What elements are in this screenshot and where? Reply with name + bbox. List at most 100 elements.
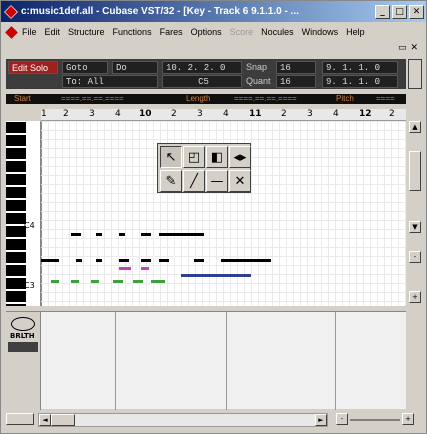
- note-event[interactable]: [133, 280, 143, 283]
- maximize-button[interactable]: □: [392, 4, 407, 19]
- mdi-controls[interactable]: ▭✕: [398, 43, 422, 53]
- close-button[interactable]: ✕: [409, 4, 424, 19]
- window-title: c:music1def.all - Cubase VST/32 - [Key -…: [21, 6, 299, 17]
- black-key[interactable]: [6, 258, 26, 263]
- black-key[interactable]: [6, 128, 26, 133]
- mute-icon[interactable]: ✕: [229, 170, 251, 192]
- grid-line: [41, 292, 406, 293]
- pitch-value[interactable]: ====: [376, 94, 395, 104]
- menu-functions[interactable]: Functions: [113, 27, 152, 37]
- black-key[interactable]: [6, 206, 26, 211]
- menu-structure[interactable]: Structure: [68, 27, 105, 37]
- mouse-position-field[interactable]: 10. 2. 2. 0: [162, 61, 242, 74]
- vertical-scrollbar[interactable]: ▲ ▼ - +: [409, 121, 421, 306]
- hzoom-in-button[interactable]: +: [402, 413, 414, 425]
- quant-select[interactable]: 16: [276, 75, 316, 88]
- note-event[interactable]: [141, 259, 151, 262]
- ruler-mark: 2: [389, 109, 395, 119]
- black-key[interactable]: [6, 193, 26, 198]
- loop-button[interactable]: [408, 59, 422, 89]
- note-event[interactable]: [113, 280, 123, 283]
- horizontal-zoom[interactable]: - +: [336, 413, 421, 427]
- note-event[interactable]: [141, 233, 151, 236]
- scroll-thumb[interactable]: [409, 151, 421, 191]
- note-event[interactable]: [159, 233, 204, 236]
- note-event[interactable]: [71, 280, 79, 283]
- horizontal-scrollbar[interactable]: ◄ ►: [38, 413, 328, 427]
- brush-icon[interactable]: ╱: [183, 170, 205, 192]
- black-key[interactable]: [6, 271, 26, 276]
- right-locator[interactable]: 9. 1. 1. 0: [322, 75, 398, 88]
- controller-select[interactable]: [8, 342, 38, 352]
- cubase-icon[interactable]: [4, 4, 18, 19]
- note-event[interactable]: [96, 259, 102, 262]
- note-event[interactable]: [221, 259, 271, 262]
- split-icon[interactable]: ◂▸: [229, 146, 251, 168]
- breath-icon: [11, 317, 35, 331]
- note-event[interactable]: [91, 280, 99, 283]
- black-key[interactable]: [6, 304, 26, 306]
- black-key[interactable]: [6, 154, 26, 159]
- minimize-button[interactable]: _: [375, 4, 390, 19]
- menu-score[interactable]: Score: [230, 27, 254, 37]
- snap-select[interactable]: 16: [276, 61, 316, 74]
- black-key[interactable]: [6, 297, 26, 302]
- eraser-icon[interactable]: ◰: [183, 146, 205, 168]
- piano-keyboard[interactable]: C4 C3: [6, 121, 41, 306]
- black-key[interactable]: [6, 167, 26, 172]
- note-event[interactable]: [51, 280, 59, 283]
- note-event[interactable]: [159, 259, 169, 262]
- note-event[interactable]: [194, 259, 204, 262]
- menu-edit[interactable]: Edit: [45, 27, 61, 37]
- note-event[interactable]: [119, 267, 131, 270]
- zoom-in-button[interactable]: +: [409, 291, 421, 303]
- speaker-icon[interactable]: ◧: [206, 146, 228, 168]
- note-event[interactable]: [76, 259, 82, 262]
- black-key[interactable]: [6, 232, 26, 237]
- start-value[interactable]: ====.==.==.====: [61, 94, 124, 104]
- menu-fares[interactable]: Fares: [160, 27, 183, 37]
- grid-line: [41, 202, 406, 203]
- black-key[interactable]: [6, 180, 26, 185]
- pencil-icon[interactable]: ✎: [160, 170, 182, 192]
- note-event[interactable]: [71, 233, 81, 236]
- zoom-out-button[interactable]: -: [409, 251, 421, 263]
- edit-solo-button[interactable]: Edit Solo: [8, 61, 58, 74]
- note-event[interactable]: [141, 267, 149, 270]
- menu-options[interactable]: Options: [191, 27, 222, 37]
- controller-pane[interactable]: BRLTH: [6, 311, 406, 410]
- info-toggle-button[interactable]: [6, 413, 34, 425]
- note-event[interactable]: [119, 233, 125, 236]
- menu-windows[interactable]: Windows: [302, 27, 339, 37]
- do-select[interactable]: Do: [112, 61, 158, 74]
- hzoom-out-button[interactable]: -: [336, 413, 348, 425]
- goto-select[interactable]: Goto: [62, 61, 108, 74]
- pointer-icon[interactable]: ↖: [160, 146, 182, 168]
- note-event[interactable]: [119, 259, 129, 262]
- snap-label: Snap: [246, 62, 268, 72]
- to-select[interactable]: To: All: [62, 75, 158, 88]
- scroll-right-button[interactable]: ►: [315, 414, 327, 426]
- menu-file[interactable]: File: [22, 27, 37, 37]
- black-key[interactable]: [6, 141, 26, 146]
- note-event[interactable]: [181, 274, 251, 277]
- note-event[interactable]: [41, 259, 59, 262]
- black-key[interactable]: [6, 284, 26, 289]
- note-event[interactable]: [96, 233, 102, 236]
- black-key[interactable]: [6, 245, 26, 250]
- doc-menu-icon[interactable]: [5, 25, 18, 39]
- menu-help[interactable]: Help: [346, 27, 365, 37]
- scroll-down-button[interactable]: ▼: [409, 221, 421, 233]
- left-locator[interactable]: 9. 1. 1. 0: [322, 61, 398, 74]
- note-event[interactable]: [151, 280, 165, 283]
- ruler-mark: 3: [197, 109, 203, 119]
- line-icon[interactable]: —: [206, 170, 228, 192]
- bar-ruler[interactable]: 1 2 3 4 10 2 3 4 11 2 3 4 12 2: [41, 109, 406, 121]
- hscroll-thumb[interactable]: [51, 414, 75, 426]
- scroll-left-button[interactable]: ◄: [39, 414, 51, 426]
- menu-nocules[interactable]: Nocules: [261, 27, 294, 37]
- hzoom-slider[interactable]: [350, 419, 400, 421]
- scroll-up-button[interactable]: ▲: [409, 121, 421, 133]
- length-value[interactable]: ====.==.==.====: [234, 94, 297, 104]
- black-key[interactable]: [6, 219, 26, 224]
